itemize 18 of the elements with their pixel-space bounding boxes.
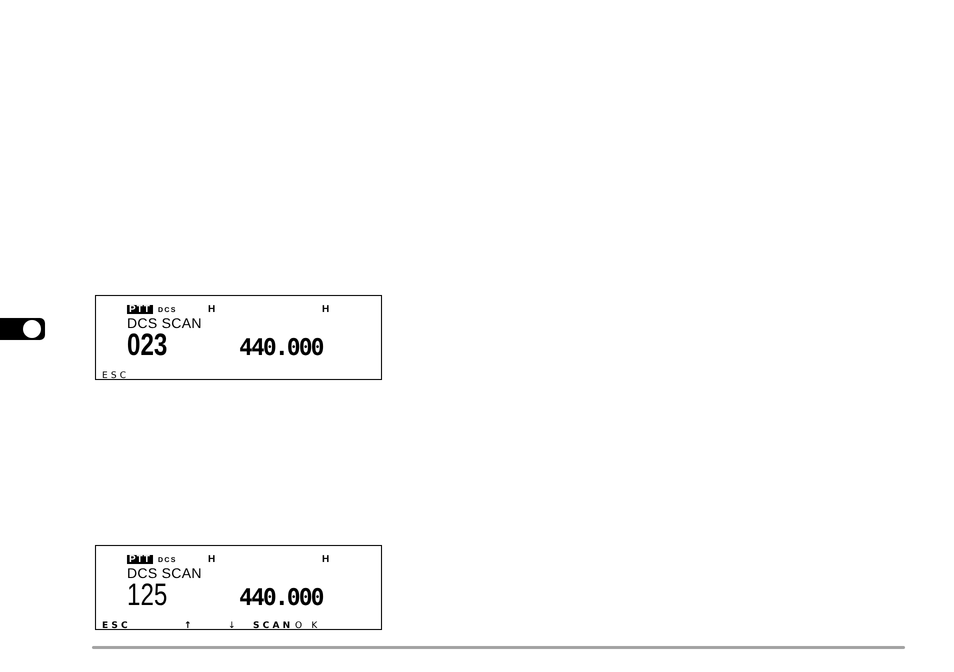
- softkey-label: ↑: [184, 621, 195, 631]
- highlighted-indicator: PTT: [127, 304, 153, 314]
- status-indicator: H: [322, 554, 330, 564]
- frequency-readout: 440.000: [239, 337, 323, 360]
- frequency-readout: 440.000: [239, 587, 323, 610]
- status-indicator: H: [208, 304, 216, 314]
- status-indicator: H: [322, 304, 330, 314]
- status-indicator: H: [208, 554, 216, 564]
- softkey-label: ESC: [102, 371, 130, 381]
- softkey-label: ESC: [102, 621, 131, 631]
- softkey-label: SCAN: [253, 621, 294, 631]
- highlighted-indicator: PTT: [127, 554, 153, 564]
- code-readout: 125: [127, 579, 168, 610]
- mode-label: DCS SCAN: [127, 566, 202, 580]
- code-readout: 023: [127, 329, 168, 360]
- mode-label: DCS SCAN: [127, 316, 202, 330]
- softkey-label: O K: [295, 621, 320, 631]
- softkey-label: ↓: [228, 621, 239, 631]
